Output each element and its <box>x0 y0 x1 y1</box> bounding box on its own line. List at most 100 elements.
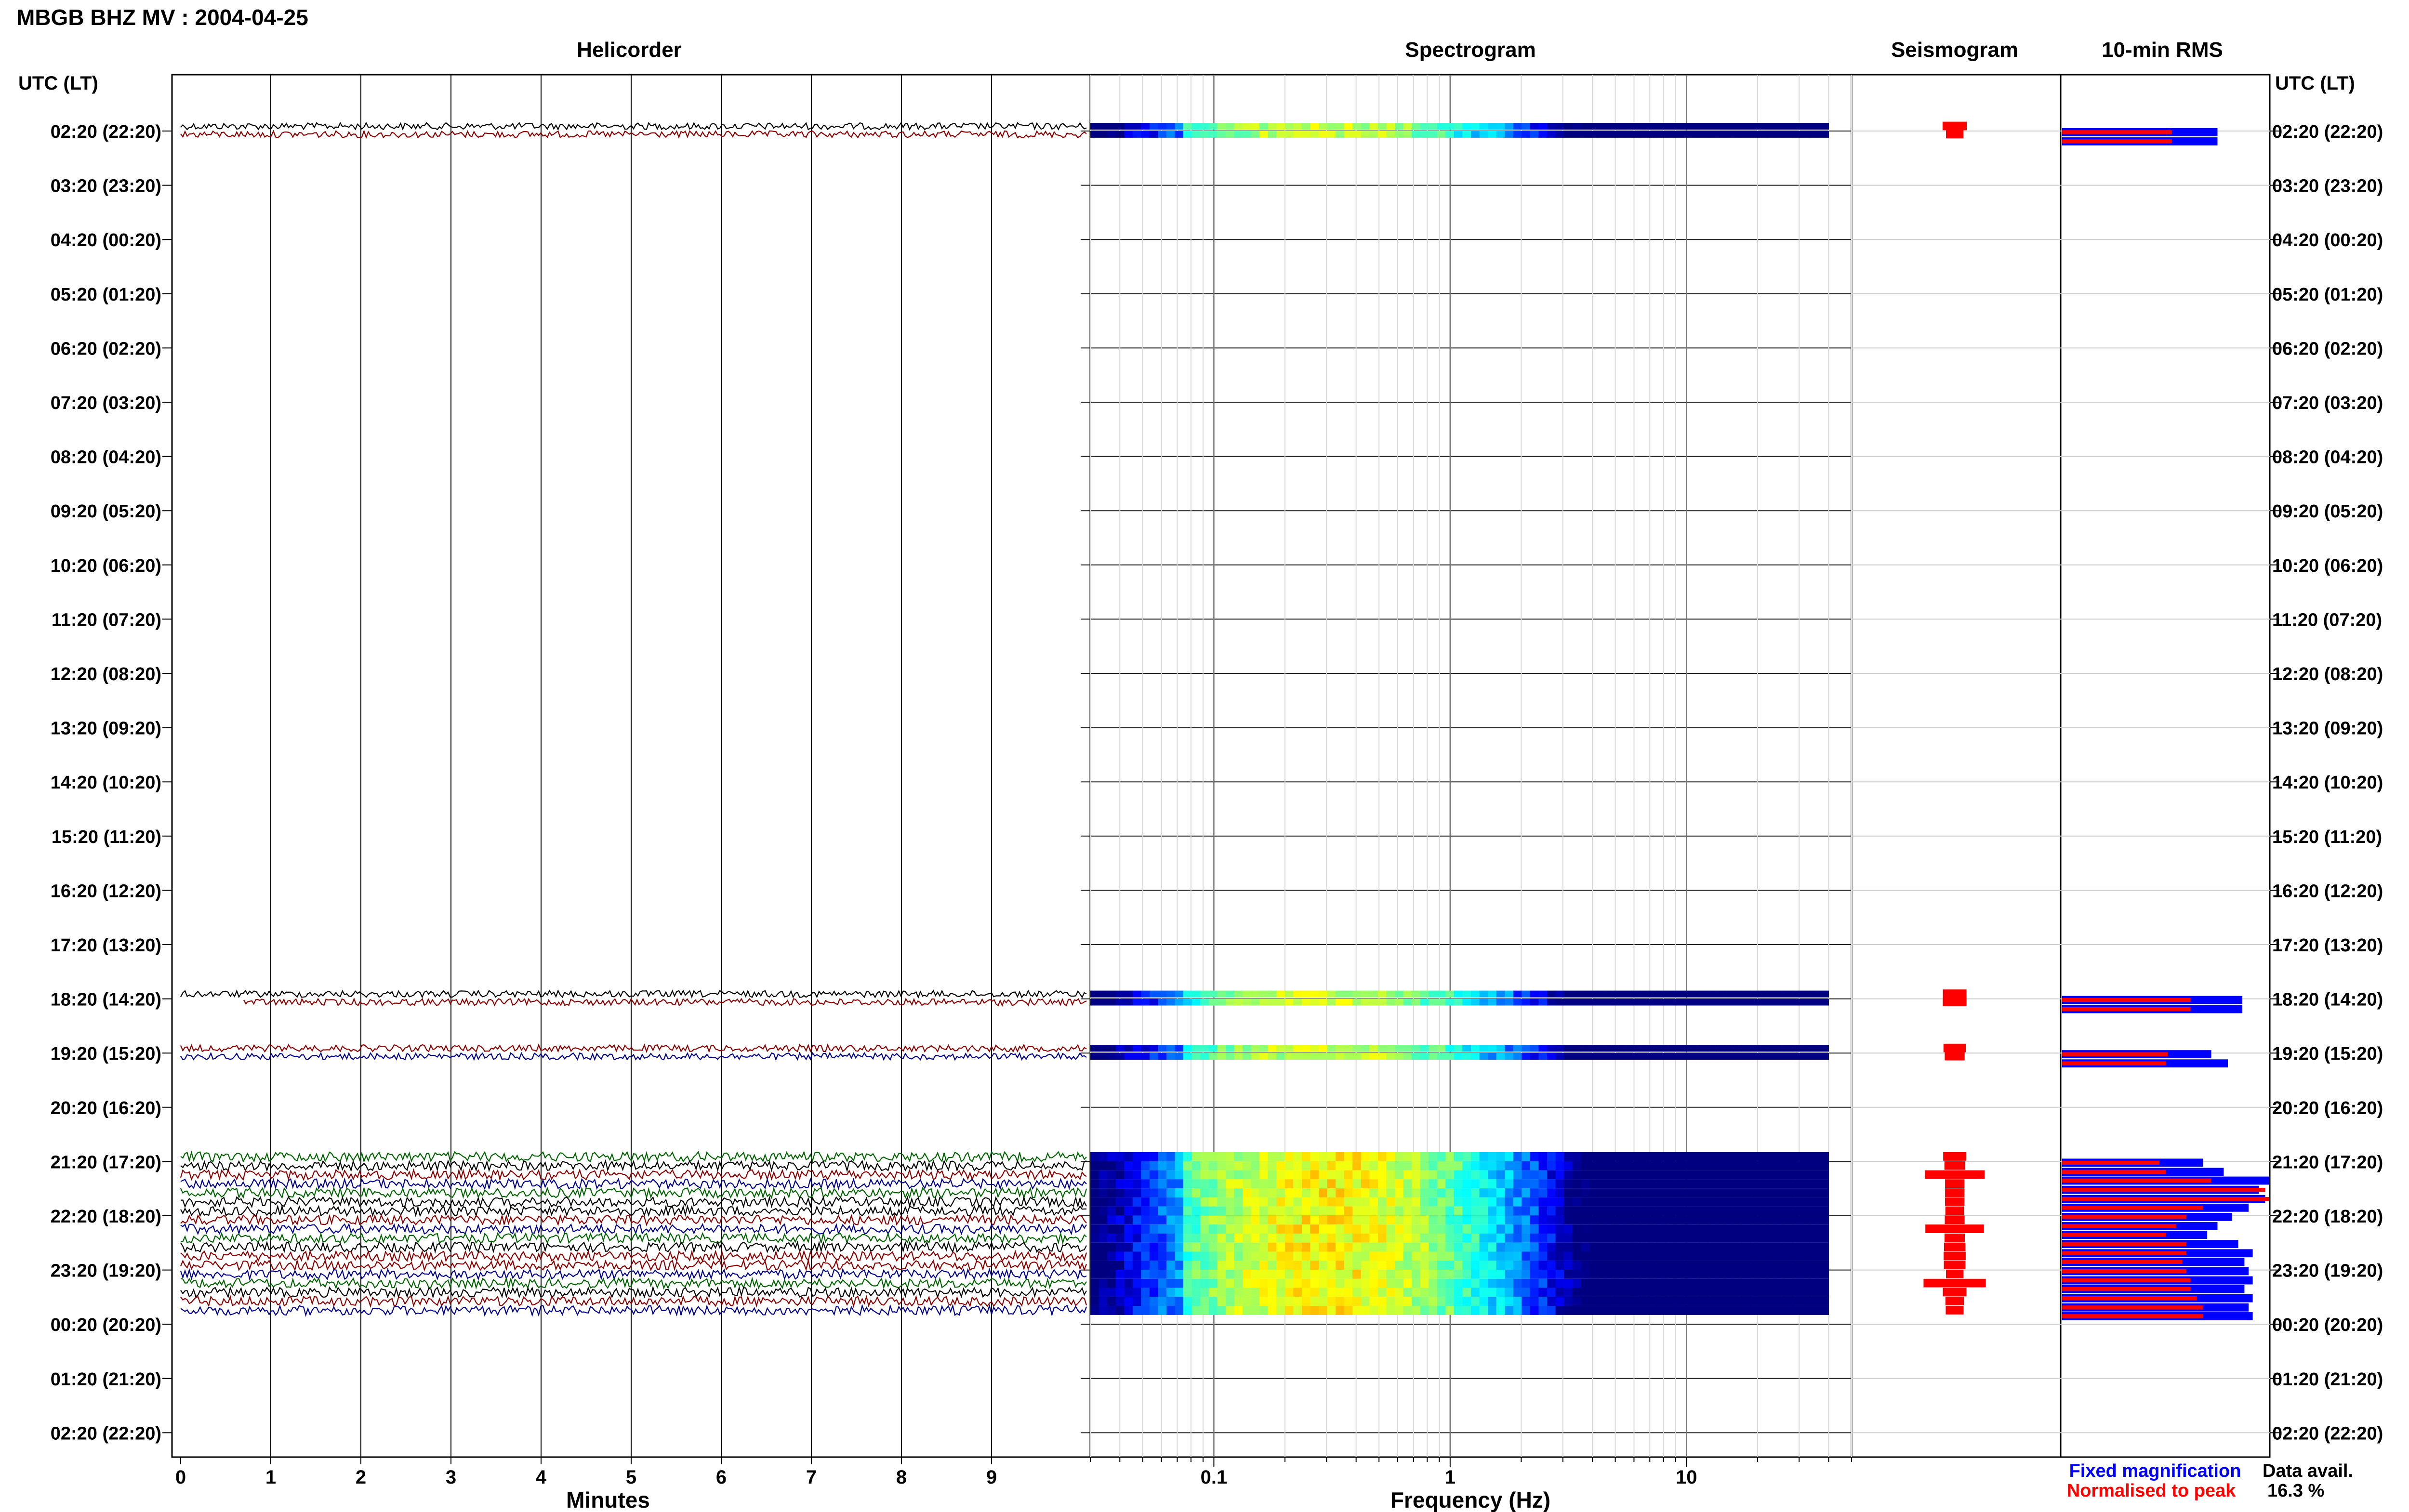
spectrogram-cell <box>1640 1179 1649 1189</box>
spectrogram-cell <box>1158 1261 1167 1270</box>
spectrogram-cell <box>1234 1152 1243 1161</box>
spectrogram-cell <box>1412 1045 1421 1052</box>
spectrogram-cell <box>1301 1251 1311 1261</box>
spectrogram-cell <box>1319 1261 1328 1270</box>
spectrogram-cell <box>1166 1224 1176 1234</box>
spectrogram-cell <box>1513 1251 1522 1261</box>
spectrogram-cell <box>1547 1053 1556 1060</box>
spectrogram-cell <box>1800 1233 1810 1243</box>
spectrogram-cell <box>1301 123 1311 130</box>
spectrogram-cell <box>1657 1270 1666 1279</box>
spectrogram-cell <box>1496 1152 1505 1161</box>
spectrogram-cell <box>1674 1206 1683 1216</box>
spectrogram-cell <box>1386 1242 1395 1252</box>
spectrogram-cell <box>1225 1261 1235 1270</box>
spectrogram-cell <box>1530 1306 1539 1315</box>
spectrogram-cell <box>1107 131 1116 138</box>
spectrogram-cell <box>1479 1161 1488 1170</box>
spectrogram-cell <box>1099 1188 1108 1197</box>
spectrogram-cell <box>1352 1045 1362 1052</box>
spectrogram-cell <box>1420 1224 1429 1234</box>
spectrogram-cell <box>1132 990 1141 998</box>
spectrogram-cell <box>1462 1179 1471 1189</box>
spectrogram-cell <box>1319 1251 1328 1261</box>
spectrogram-cell <box>1225 1161 1235 1170</box>
spectrogram-cell <box>1301 1224 1311 1234</box>
spectrogram-cell <box>1377 1179 1387 1189</box>
spectrogram-cell <box>1175 999 1184 1006</box>
spectrogram-cell <box>1437 1045 1446 1052</box>
spectrogram-cell <box>1572 123 1581 130</box>
time-label-right: 19:20 (15:20) <box>2272 1044 2383 1064</box>
spectrogram-cell <box>1589 1179 1598 1189</box>
spectrogram-cell <box>1166 1261 1176 1270</box>
spectrogram-cell <box>1251 1206 1260 1216</box>
spectrogram-cell <box>1513 131 1522 138</box>
spectrogram-cell <box>1505 1297 1514 1306</box>
spectrogram-cell <box>1750 1188 1759 1197</box>
spectrogram-cell <box>1293 1251 1302 1261</box>
left-axis-header: UTC (LT) <box>18 73 98 94</box>
spectrogram-cell <box>1327 1288 1336 1297</box>
spectrogram-cell <box>1691 1179 1700 1189</box>
spectrogram-cell <box>1505 1251 1514 1261</box>
spectrogram-cell <box>1750 1206 1759 1216</box>
spectrogram-cell <box>1310 1261 1319 1270</box>
spectrogram-cell <box>1412 1242 1421 1252</box>
rms-bar-normalised <box>2062 1242 2186 1246</box>
spectrogram-cell <box>1581 1306 1590 1315</box>
spectrogram-cell <box>1344 1206 1353 1216</box>
spectrogram-cell <box>1505 999 1514 1006</box>
spectrogram-cell <box>1699 1288 1708 1297</box>
spectrogram-cell <box>1200 990 1209 998</box>
spectrogram-cell <box>1682 1288 1692 1297</box>
spectrogram-cell <box>1208 1261 1218 1270</box>
spectrogram-cell <box>1724 1233 1734 1243</box>
spectrogram-cell <box>1826 1297 1829 1306</box>
spectrogram-cell <box>1615 1170 1624 1180</box>
spectrogram-cell <box>1141 1233 1150 1243</box>
spectrogram-cell <box>1124 1170 1133 1180</box>
spectrogram-cell <box>1800 1152 1810 1161</box>
seismogram-trace <box>1945 1206 1964 1215</box>
spectrogram-cell <box>1107 1206 1116 1216</box>
time-label-right: 11:20 (07:20) <box>2272 610 2382 630</box>
spectrogram-cell <box>1217 131 1226 138</box>
spectrogram-cell <box>1319 1197 1328 1207</box>
spectrogram-cell <box>1369 1170 1378 1180</box>
spectrogram-cell <box>1208 1045 1218 1052</box>
spectrogram-cell <box>1268 131 1277 138</box>
spectrogram-cell <box>1513 1278 1522 1288</box>
spectrogram-cell <box>1259 1206 1269 1216</box>
spectrogram-cell <box>1243 1306 1252 1315</box>
spectrogram-cell <box>1090 1297 1099 1306</box>
spectrogram-cell <box>1623 1188 1632 1197</box>
spectrogram-cell <box>1301 1297 1311 1306</box>
spectrogram-cell <box>1792 1224 1801 1234</box>
spectrogram-cell <box>1369 1206 1378 1216</box>
spectrogram-cell <box>1555 123 1564 130</box>
spectrogram-cell <box>1243 1161 1252 1170</box>
spectrogram-cell <box>1826 1152 1829 1161</box>
spectrogram-cell <box>1775 1170 1785 1180</box>
spectrogram-cell <box>1809 999 1818 1006</box>
spectrogram-cell <box>1530 1278 1539 1288</box>
spectrogram-cell <box>1251 999 1260 1006</box>
page-title: MBGB BHZ MV : 2004-04-25 <box>16 5 308 30</box>
spectrogram-cell <box>1572 990 1581 998</box>
spectrogram-cell <box>1115 123 1125 130</box>
spectrogram-cell <box>1115 999 1125 1006</box>
spectrogram-cell <box>1420 990 1429 998</box>
spectrogram-cell <box>1200 1242 1209 1252</box>
spectrogram-cell <box>1792 1161 1801 1170</box>
spectrogram-cell <box>1682 1261 1692 1270</box>
spectrogram-cell <box>1124 1224 1133 1234</box>
spectrogram-cell <box>1124 1288 1133 1297</box>
spectrogram-cell <box>1648 1206 1657 1216</box>
spectrogram-cell <box>1293 1306 1302 1315</box>
spectrogram-cell <box>1471 999 1480 1006</box>
spectrogram-cell <box>1369 1297 1378 1306</box>
spectrogram-cell <box>1800 1161 1810 1170</box>
spectrogram-cell <box>1648 1170 1657 1180</box>
spectrogram-cell <box>1420 1170 1429 1180</box>
